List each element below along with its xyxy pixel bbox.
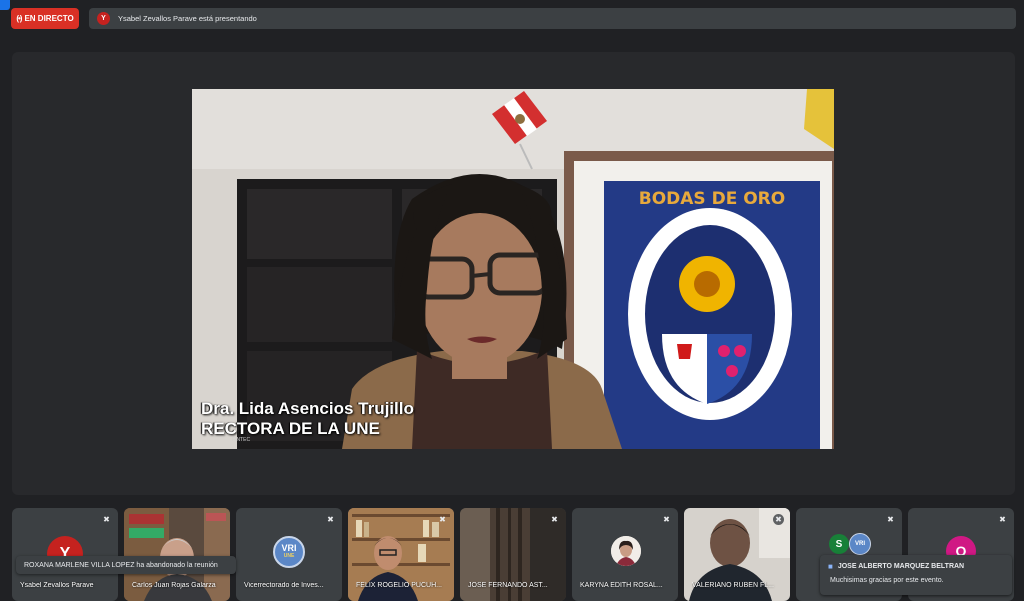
participant-tile[interactable]: VRI UNE ✖ Vicerrectorado de Inves... bbox=[236, 508, 342, 601]
participant-tile[interactable]: Carlos Juan Rojas Galarza bbox=[124, 508, 230, 601]
participant-tile[interactable]: ✖ FELIX ROGELIO PUCUH... bbox=[348, 508, 454, 601]
mic-off-icon: ✖ bbox=[439, 515, 446, 524]
chat-icon: ■ bbox=[828, 562, 833, 571]
live-badge[interactable]: (•) EN DIRECTO bbox=[11, 8, 79, 29]
mic-off-icon: ✖ bbox=[551, 515, 558, 524]
presenter-avatar: Y bbox=[97, 12, 110, 25]
main-video: BODAS DE ORO Dra. Lida Asencios Trujillo… bbox=[192, 89, 834, 449]
live-label: EN DIRECTO bbox=[24, 14, 74, 23]
speaker-name: Dra. Lida Asencios Trujillo bbox=[201, 399, 414, 418]
participant-name: FELIX ROGELIO PUCUH... bbox=[356, 582, 442, 589]
broadcast-icon: (•) bbox=[16, 14, 22, 23]
speaker-caption: Dra. Lida Asencios Trujillo RECTORA DE L… bbox=[201, 399, 414, 439]
meet-window: (•) EN DIRECTO Y Ysabel Zevallos Parave … bbox=[0, 0, 1024, 601]
chat-message: Muchisimas gracias por este evento. bbox=[830, 577, 944, 584]
participant-avatar bbox=[611, 536, 641, 566]
participant-name: Carlos Juan Rojas Galarza bbox=[132, 582, 216, 589]
mic-off-icon: ✖ bbox=[103, 515, 110, 524]
participant-name: KARYNA EDITH ROSAL... bbox=[580, 582, 663, 589]
presenting-banner[interactable]: Y Ysabel Zevallos Parave está presentand… bbox=[89, 8, 1016, 29]
participant-name: VALERIANO RUBEN FL... bbox=[692, 582, 774, 589]
mic-off-icon: ✖ bbox=[887, 515, 894, 524]
mic-off-icon: ✖ bbox=[999, 515, 1006, 524]
left-meeting-notification: ROXANA MARLENE VILLA LOPEZ ha abandonado… bbox=[16, 556, 236, 574]
logo-text: VRI bbox=[281, 543, 297, 553]
participant-name: JOSE FERNANDO AST... bbox=[468, 582, 548, 589]
vri-logo: VRI bbox=[849, 533, 871, 555]
corner-indicator bbox=[0, 0, 10, 10]
participant-tile[interactable]: ✖ KARYNA EDITH ROSAL... bbox=[572, 508, 678, 601]
presenting-text: Ysabel Zevallos Parave está presentando bbox=[118, 14, 257, 23]
notification-text: ROXANA MARLENE VILLA LOPEZ ha abandonado… bbox=[24, 561, 218, 569]
mic-off-icon: ✖ bbox=[327, 515, 334, 524]
participant-tile[interactable]: ✖ JOSE FERNANDO AST... bbox=[460, 508, 566, 601]
main-video-scene: BODAS DE ORO bbox=[192, 89, 834, 449]
vri-logo: VRI UNE bbox=[273, 536, 305, 568]
logo-subtext: UNE bbox=[283, 553, 295, 559]
mic-off-icon: ✖ bbox=[773, 514, 784, 525]
participant-tile[interactable]: Y ✖ Ysabel Zevallos Parave bbox=[12, 508, 118, 601]
participant-name: Ysabel Zevallos Parave bbox=[20, 582, 94, 589]
speaker-title: RECTORA DE LA UNE bbox=[201, 419, 380, 438]
mic-off-icon: ✖ bbox=[663, 515, 670, 524]
video-watermark: FINTEC bbox=[232, 437, 251, 443]
banner-text: BODAS DE ORO bbox=[639, 189, 785, 209]
profile-photo bbox=[611, 536, 641, 566]
chat-message-popup[interactable]: ■ JOSE ALBERTO MARQUEZ BELTRAN Muchisima… bbox=[820, 555, 1012, 595]
participant-avatar: S bbox=[829, 534, 849, 554]
participant-name: Vicerrectorado de Inves... bbox=[244, 582, 324, 589]
chat-sender: JOSE ALBERTO MARQUEZ BELTRAN bbox=[837, 563, 965, 570]
participant-tile[interactable]: ✖ VALERIANO RUBEN FL... bbox=[684, 508, 790, 601]
